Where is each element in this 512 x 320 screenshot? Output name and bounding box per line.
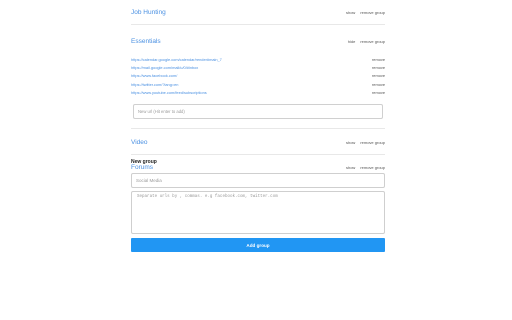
list-item: https://www.facebook.com/ remove <box>131 72 385 80</box>
group-header: Job Hunting show remove group <box>131 0 385 24</box>
group-urls-textarea[interactable] <box>131 191 385 234</box>
url-link[interactable]: https://mail.google.com/mail/u/0/#inbox <box>131 65 198 70</box>
show-link[interactable]: show <box>346 10 355 15</box>
group-video: Video show remove group <box>131 130 385 156</box>
group-header: Essentials hide remove group <box>131 29 385 53</box>
group-name-input[interactable] <box>131 173 385 188</box>
url-link[interactable]: https://calendar.google.com/calendar/ren… <box>131 57 222 62</box>
list-item: https://www.youtube.com/feed/subscriptio… <box>131 88 385 96</box>
url-link[interactable]: https://twitter.com/?lang=en <box>131 82 178 87</box>
list-item: https://calendar.google.com/calendar/ren… <box>131 55 385 63</box>
group-actions: hide remove group <box>348 39 385 44</box>
url-link[interactable]: https://www.facebook.com/ <box>131 73 177 78</box>
group-title[interactable]: Job Hunting <box>131 9 166 16</box>
remove-url-link[interactable]: remove <box>372 73 385 78</box>
url-list: https://calendar.google.com/calendar/ren… <box>131 53 385 96</box>
group-actions: show remove group <box>346 165 385 170</box>
show-link[interactable]: show <box>346 140 355 145</box>
group-header: Video show remove group <box>131 130 385 154</box>
remove-group-link[interactable]: remove group <box>360 39 385 44</box>
remove-url-link[interactable]: remove <box>372 90 385 95</box>
group-title[interactable]: Video <box>131 139 148 146</box>
groups-list: Job Hunting show remove group Essentials… <box>131 0 385 181</box>
group-actions: show remove group <box>346 140 385 145</box>
hide-link[interactable]: hide <box>348 39 356 44</box>
remove-url-link[interactable]: remove <box>372 65 385 70</box>
remove-group-link[interactable]: remove group <box>360 10 385 15</box>
group-title[interactable]: Forums <box>131 164 153 171</box>
list-item: https://twitter.com/?lang=en remove <box>131 80 385 88</box>
new-url-input[interactable] <box>133 104 383 120</box>
url-link[interactable]: https://www.youtube.com/feed/subscriptio… <box>131 90 207 95</box>
show-link[interactable]: show <box>346 165 355 170</box>
group-actions: show remove group <box>346 10 385 15</box>
remove-group-link[interactable]: remove group <box>360 165 385 170</box>
group-essentials: Essentials hide remove group https://cal… <box>131 29 385 130</box>
group-job-hunting: Job Hunting show remove group <box>131 0 385 25</box>
add-group-button[interactable]: Add group <box>131 238 385 252</box>
group-title[interactable]: Essentials <box>131 38 161 45</box>
remove-group-link[interactable]: remove group <box>360 140 385 145</box>
list-item: https://mail.google.com/mail/u/0/#inbox … <box>131 63 385 71</box>
remove-url-link[interactable]: remove <box>372 82 385 87</box>
new-group-heading: New group <box>131 159 157 165</box>
remove-url-link[interactable]: remove <box>372 57 385 62</box>
